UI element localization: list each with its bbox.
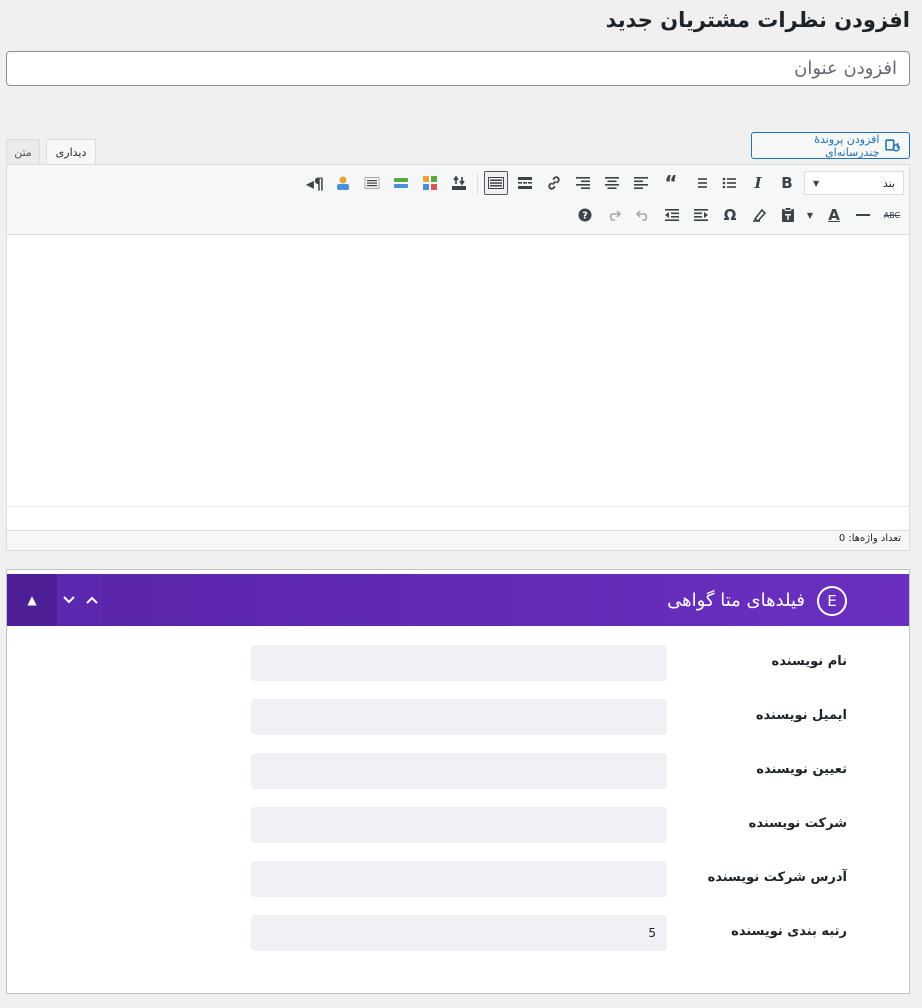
chevron-up-icon[interactable] xyxy=(85,595,99,605)
toolbar-row-2: ABC A ▼ Ω ? xyxy=(7,201,909,229)
editor-content-area[interactable] xyxy=(7,236,909,506)
author-email-label: ایمیل نویسنده xyxy=(755,708,847,723)
testimonial-meta-box: ▲ E فیلدهای متا گواهی نام نویسنده ایمیل … xyxy=(6,569,910,994)
word-count: تعداد واژه‌ها: 0 xyxy=(7,530,909,550)
metabox-controls: ▲ xyxy=(7,574,103,626)
text-color-icon[interactable]: A xyxy=(822,203,846,227)
author-company-url-input[interactable] xyxy=(251,861,667,897)
field-row-author-company-url: آدرس شرکت نویسنده xyxy=(7,861,909,897)
strikethrough-icon[interactable]: ABC xyxy=(880,203,904,227)
author-designation-label: تعیین نویسنده xyxy=(756,762,847,777)
help-icon[interactable]: ? xyxy=(573,203,597,227)
tab-text[interactable]: متن xyxy=(6,139,40,165)
content-editor: بند ▼ B I 123 “ xyxy=(6,164,910,551)
add-media-button[interactable]: افزودن پروندهٔ چندرسانه‌ای xyxy=(751,132,910,159)
toolbar-row-1: بند ▼ B I 123 “ xyxy=(7,169,909,197)
move-up-button[interactable]: ▲ xyxy=(7,574,57,626)
editor-toolbar: بند ▼ B I 123 “ xyxy=(7,165,909,235)
lines-icon[interactable] xyxy=(360,171,384,195)
author-company-url-label: آدرس شرکت نویسنده xyxy=(707,870,847,885)
link-icon[interactable] xyxy=(542,171,566,195)
author-name-input[interactable] xyxy=(251,645,667,681)
metabox-toggle-group xyxy=(57,574,103,626)
user-icon[interactable] xyxy=(331,171,355,195)
clear-format-icon[interactable] xyxy=(747,203,771,227)
page-title: افزودن نظرات مشتریان جدید xyxy=(605,8,910,32)
author-designation-input[interactable] xyxy=(251,753,667,789)
numbered-list-icon[interactable]: 123 xyxy=(688,171,712,195)
chevron-down-icon[interactable]: ▼ xyxy=(803,203,817,227)
field-row-author-rating: رتبه بندی نویسنده xyxy=(7,915,909,951)
media-icon xyxy=(885,138,901,152)
special-char-icon[interactable]: Ω xyxy=(718,203,742,227)
title-input[interactable] xyxy=(6,51,910,86)
bullet-list-icon[interactable] xyxy=(717,171,741,195)
author-company-input[interactable] xyxy=(251,807,667,843)
author-name-label: نام نویسنده xyxy=(771,654,847,669)
read-more-icon[interactable] xyxy=(513,171,537,195)
toolbar-separator xyxy=(477,173,478,195)
chevron-down-icon: ▼ xyxy=(813,178,820,188)
author-email-input[interactable] xyxy=(251,699,667,735)
outdent-icon[interactable] xyxy=(689,203,713,227)
author-rating-input[interactable] xyxy=(251,915,667,951)
author-rating-label: رتبه بندی نویسنده xyxy=(731,924,847,939)
author-company-label: شرکت نویسنده xyxy=(748,816,847,831)
elementor-logo-icon: E xyxy=(817,586,847,616)
hr-icon[interactable] xyxy=(851,203,875,227)
svg-text:?: ? xyxy=(582,211,588,222)
italic-icon[interactable]: I xyxy=(746,171,770,195)
paragraph-icon[interactable]: ¶◂ xyxy=(303,171,327,195)
toolbar-toggle-icon[interactable] xyxy=(484,171,508,195)
layers-icon[interactable] xyxy=(389,171,413,195)
indent-icon[interactable] xyxy=(660,203,684,227)
align-right-icon[interactable] xyxy=(571,171,595,195)
redo-icon[interactable] xyxy=(602,203,626,227)
field-row-author-designation: تعیین نویسنده xyxy=(7,753,909,789)
editor-path-bar xyxy=(7,506,909,530)
paste-text-icon[interactable] xyxy=(776,203,800,227)
upload-icon[interactable] xyxy=(447,171,471,195)
field-row-author-name: نام نویسنده xyxy=(7,645,909,681)
metabox-title: فیلدهای متا گواهی xyxy=(667,589,805,611)
field-row-author-email: ایمیل نویسنده xyxy=(7,699,909,735)
metabox-header: ▲ E فیلدهای متا گواهی xyxy=(7,574,909,626)
bold-icon[interactable]: B xyxy=(775,171,799,195)
tab-visual[interactable]: دیداری xyxy=(46,139,96,165)
format-select-value: بند xyxy=(882,176,895,190)
field-row-author-company: شرکت نویسنده xyxy=(7,807,909,843)
align-left-icon[interactable] xyxy=(629,171,653,195)
align-center-icon[interactable] xyxy=(600,171,624,195)
undo-icon[interactable] xyxy=(631,203,655,227)
format-select[interactable]: بند ▼ xyxy=(804,171,904,195)
grid-icon[interactable] xyxy=(418,171,442,195)
add-media-label: افزودن پروندهٔ چندرسانه‌ای xyxy=(814,132,880,159)
blockquote-icon[interactable]: “ xyxy=(659,171,683,195)
chevron-down-icon[interactable] xyxy=(62,595,76,605)
